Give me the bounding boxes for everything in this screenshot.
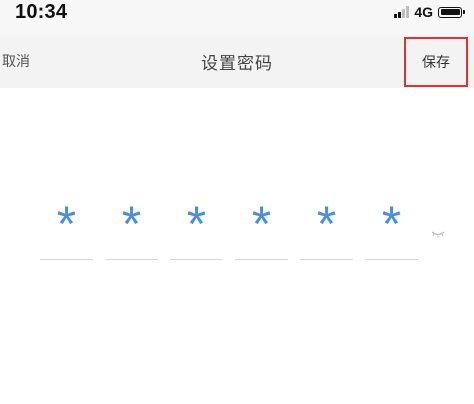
pin-digit-2[interactable]: * [105, 196, 158, 264]
pin-digit-4[interactable]: * [235, 196, 288, 264]
pin-digit-5[interactable]: * [300, 196, 353, 264]
pin-digit-6[interactable]: * [365, 196, 418, 264]
pin-mask: * [186, 196, 207, 252]
eye-closed-icon[interactable] [430, 226, 446, 240]
battery-icon [438, 6, 465, 18]
pin-underline [170, 259, 223, 260]
pin-underline [300, 259, 353, 260]
pin-underline [105, 259, 158, 260]
pin-digit-1[interactable]: * [40, 196, 93, 264]
signal-icon [394, 6, 410, 18]
pin-digit-3[interactable]: * [170, 196, 223, 264]
status-time: 10:34 [15, 1, 68, 23]
password-input[interactable]: * * * * * * [40, 196, 418, 264]
save-button-label: 保存 [422, 55, 450, 71]
pin-mask: * [316, 196, 337, 252]
pin-mask: * [56, 196, 77, 252]
network-type: 4G [414, 4, 433, 20]
pin-underline [235, 259, 288, 260]
pin-mask: * [251, 196, 272, 252]
pin-underline [365, 259, 418, 260]
page-title: 设置密码 [201, 54, 273, 74]
save-button[interactable]: 保存 [404, 37, 468, 87]
pin-mask: * [121, 196, 142, 252]
navigation-bar: 取消 设置密码 保存 [0, 36, 474, 88]
status-bar: 10:34 4G [0, 0, 474, 36]
pin-mask: * [381, 196, 402, 252]
status-indicators: 4G [394, 4, 465, 20]
pin-underline [40, 259, 93, 260]
cancel-button[interactable]: 取消 [2, 51, 30, 71]
